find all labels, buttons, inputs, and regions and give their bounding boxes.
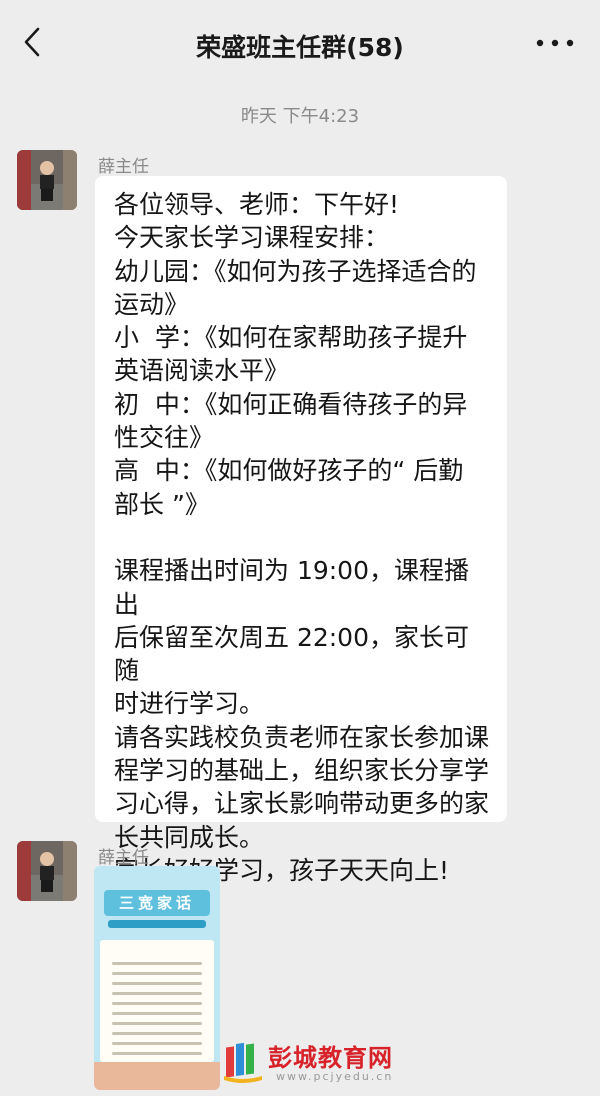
poster-banner [108, 920, 206, 928]
message-timestamp: 昨天 下午4:23 [240, 106, 360, 127]
more-button[interactable] [532, 28, 578, 58]
watermark-text: 彭城教育网 [268, 1044, 393, 1072]
watermark-url: www.pcjyedu.cn [276, 1070, 394, 1083]
watermark-logo-icon [224, 1042, 262, 1083]
poster-title: 三宽家话 [104, 890, 210, 916]
watermark: 彭城教育网 www.pcjyedu.cn [218, 1036, 458, 1090]
poster-text-lines [112, 962, 202, 1072]
chat-title: 荣盛班主任群(58) [196, 33, 404, 62]
more-dots-icon [536, 39, 574, 47]
avatar[interactable] [17, 150, 77, 210]
avatar[interactable] [17, 841, 77, 901]
poster-floor [94, 1062, 220, 1090]
message-bubble[interactable]: 各位领导、老师：下午好! 今天家长学习课程安排： 幼儿园：《如何为孩子选择适合的… [95, 176, 507, 885]
image-message[interactable]: 三宽家话 [94, 866, 220, 1090]
sender-name: 薛主任 [98, 157, 149, 177]
sender-name: 薛主任 [98, 848, 149, 868]
message-text: 各位领导、老师：下午好! 今天家长学习课程安排： 幼儿园：《如何为孩子选择适合的… [114, 190, 490, 885]
top-bar: 荣盛班主任群(58) [0, 0, 600, 84]
